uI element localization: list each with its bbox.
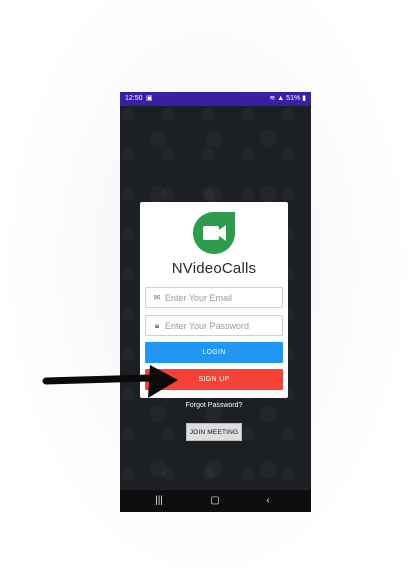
signup-button[interactable]: SIGN UP [145,369,283,390]
forgot-password-link[interactable]: Forgot Password? [140,402,288,409]
login-button[interactable]: LOGIN [145,342,283,363]
battery-level: 51% [286,95,301,102]
wifi-icon: ≋ [269,95,276,102]
email-field[interactable]: ✉ [145,287,283,308]
password-field[interactable]: 🔒︎ [145,315,283,336]
email-input[interactable] [165,289,277,306]
phone-screen: 12:50 ▣ ≋ ▲ 51% ▮ NVideoCalls ✉ 🔒︎ LOGIN… [120,92,311,512]
video-camera-icon [193,212,235,254]
battery-icon: ▮ [302,95,306,102]
password-input[interactable] [165,317,277,334]
navigation-bar: ||| ▢ ‹ [120,490,311,512]
login-card: NVideoCalls ✉ 🔒︎ LOGIN SIGN UP [140,202,288,398]
app-name: NVideoCalls [171,260,257,277]
status-time: 12:50 [125,95,143,102]
join-meeting-button[interactable]: JOIN MEETING [186,423,242,441]
image-icon: ▣ [146,95,153,102]
lock-icon: 🔒︎ [154,321,160,330]
signal-icon: ▲ [277,95,285,102]
mail-icon: ✉ [153,293,161,302]
home-icon[interactable]: ▢ [205,490,225,512]
back-icon[interactable]: ‹ [258,490,278,512]
status-indicators: ≋ ▲ 51% ▮ [269,92,306,106]
status-bar: 12:50 ▣ ≋ ▲ 51% ▮ [120,92,311,106]
recent-apps-icon[interactable]: ||| [149,490,169,512]
